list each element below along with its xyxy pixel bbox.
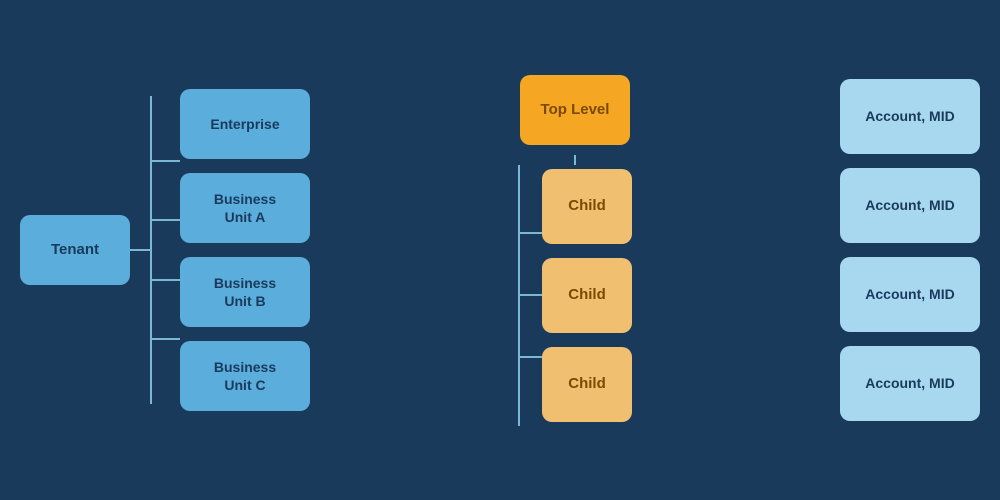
- tenant-box: Tenant: [20, 215, 130, 285]
- children-column: Child Child Child: [542, 169, 632, 422]
- business-unit-a-label: BusinessUnit A: [214, 190, 276, 226]
- children-branch-lines: [520, 165, 542, 426]
- enterprise-label: Enterprise: [210, 115, 279, 133]
- child-box-2: Child: [542, 258, 632, 333]
- account-label-4: Account, MID: [865, 374, 954, 392]
- diagram: Tenant Enterprise BusinessUnit A: [20, 25, 980, 475]
- account-box-1: Account, MID: [840, 79, 980, 154]
- child-box-3: Child: [542, 347, 632, 422]
- tenant-label: Tenant: [51, 240, 99, 260]
- account-label-2: Account, MID: [865, 196, 954, 214]
- business-unit-a-box: BusinessUnit A: [180, 173, 310, 243]
- business-unit-b-label: BusinessUnit B: [214, 274, 276, 310]
- top-level-box: Top Level: [520, 75, 630, 145]
- branch-line-3: [152, 279, 180, 281]
- children-tree: Child Child Child: [518, 165, 632, 426]
- top-level-down-connector: [574, 155, 576, 165]
- enterprise-box: Enterprise: [180, 89, 310, 159]
- hierarchy-section: Top Level Child Child: [518, 75, 632, 426]
- child-box-1: Child: [542, 169, 632, 244]
- branch-line-1: [152, 160, 180, 162]
- accounts-column: Account, MID Account, MID Account, MID A…: [840, 79, 980, 421]
- child-label-1: Child: [568, 196, 606, 216]
- tenant-connector: [130, 249, 150, 251]
- business-unit-c-box: BusinessUnit C: [180, 341, 310, 411]
- child-branch-1: [520, 232, 542, 234]
- units-column: Enterprise BusinessUnit A BusinessUnit B…: [180, 89, 310, 411]
- child-label-2: Child: [568, 285, 606, 305]
- top-level-label: Top Level: [541, 100, 610, 120]
- tenant-section: Tenant: [20, 215, 150, 285]
- branch-line-2: [152, 219, 180, 221]
- left-branch-lines: [152, 96, 180, 404]
- child-label-3: Child: [568, 374, 606, 394]
- left-bracket: [150, 96, 180, 404]
- account-box-2: Account, MID: [840, 168, 980, 243]
- business-unit-b-box: BusinessUnit B: [180, 257, 310, 327]
- account-label-3: Account, MID: [865, 285, 954, 303]
- branch-line-4: [152, 338, 180, 340]
- account-box-4: Account, MID: [840, 346, 980, 421]
- account-box-3: Account, MID: [840, 257, 980, 332]
- account-label-1: Account, MID: [865, 107, 954, 125]
- left-tree: Enterprise BusinessUnit A BusinessUnit B…: [150, 89, 310, 411]
- child-branch-2: [520, 294, 542, 296]
- business-unit-c-label: BusinessUnit C: [214, 358, 276, 394]
- children-bracket: [518, 165, 542, 426]
- child-branch-3: [520, 356, 542, 358]
